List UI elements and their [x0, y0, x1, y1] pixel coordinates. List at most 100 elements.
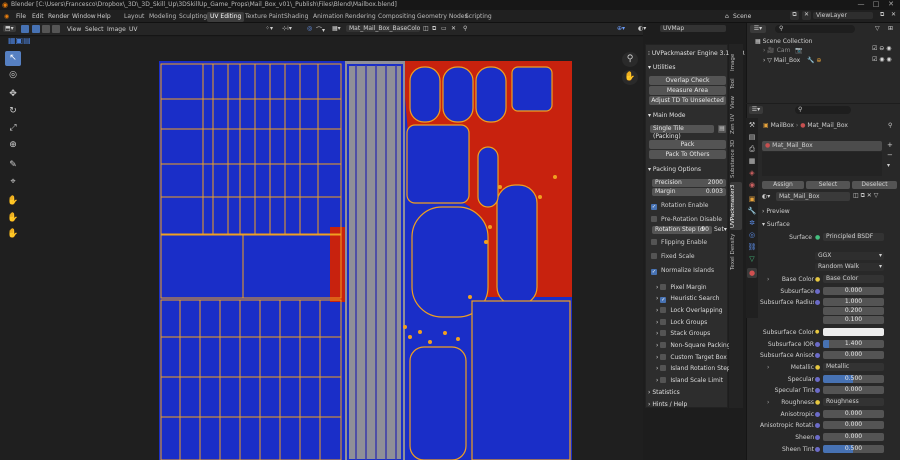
slot-specials-icon[interactable]: ▾: [887, 162, 890, 169]
pinch-sculpt-tool-icon[interactable]: ✋: [5, 227, 21, 242]
tab-uv-editing[interactable]: UV Editing: [207, 12, 245, 22]
subpanel-heuristic-search[interactable]: › ✓ Heuristic Search: [656, 295, 726, 304]
subpanel-lock-groups[interactable]: › Lock Groups: [656, 319, 726, 328]
uv-menu-uv[interactable]: UV: [129, 26, 138, 33]
cursor-tool-icon[interactable]: ◎: [5, 68, 21, 83]
prop-value-metallic[interactable]: Metallic: [823, 363, 884, 371]
subpanel-stack-groups[interactable]: › Stack Groups: [656, 330, 726, 339]
pivot-point-icon[interactable]: ⁘▾: [265, 25, 273, 32]
blender-menu-icon[interactable]: ◉: [4, 13, 9, 20]
tab-substance-3d[interactable]: Substance 3D: [730, 138, 742, 180]
rotate-tool-icon[interactable]: ↻: [5, 104, 21, 119]
close-icon[interactable]: ✕: [885, 0, 897, 10]
margin-field[interactable]: Margin 0.003: [652, 188, 726, 196]
menu-window[interactable]: Window: [72, 13, 96, 20]
gizmo-toggle-icon[interactable]: ⊕▾: [617, 25, 625, 32]
outliner-item-cam[interactable]: › 🎥 Cam: [763, 47, 790, 54]
render-tab-icon[interactable]: ▤: [747, 132, 757, 142]
tab-image[interactable]: Image: [730, 50, 742, 74]
physics-tab-icon[interactable]: ◎: [747, 230, 757, 240]
prop-value-subsurface-radius-z[interactable]: 0.100: [823, 316, 884, 324]
material-tab-icon[interactable]: ●: [747, 268, 757, 278]
editor-type-icon[interactable]: ⬒▾: [3, 25, 16, 32]
image-name-field[interactable]: Mat_Mail_Box_BaseColor.png: [346, 25, 420, 32]
image-browse-icon[interactable]: ▦▾: [332, 25, 341, 32]
pack-to-others-button[interactable]: Pack To Others: [649, 150, 726, 159]
annotate-tool-icon[interactable]: ✎: [5, 158, 21, 173]
new-collection-icon[interactable]: ⊞: [888, 25, 893, 32]
prop-value-sheen-tint[interactable]: 0.500: [823, 445, 884, 453]
menu-help[interactable]: Help: [97, 13, 111, 20]
scene-tab-icon[interactable]: ◈: [747, 168, 757, 178]
tab-layout[interactable]: Layout: [121, 12, 147, 22]
select-button[interactable]: Select: [806, 181, 850, 189]
remove-slot-icon[interactable]: −: [887, 151, 893, 159]
properties-editor-type-icon[interactable]: ☰▾: [749, 106, 763, 114]
statistics-header[interactable]: › Statistics: [648, 389, 727, 399]
measure-area-button[interactable]: Measure Area: [649, 86, 726, 95]
main-mode-header[interactable]: ▾ Main Mode: [648, 112, 727, 122]
relax-sculpt-tool-icon[interactable]: ✋: [5, 211, 21, 226]
material-datablock-icons[interactable]: ◫ ⧉ ✕ ▽: [853, 192, 878, 200]
uvpackmaster-header[interactable]: ⁝ UVPackmaster Engine 3.1.3 PR: [648, 50, 745, 60]
prop-value-specular[interactable]: 0.500: [823, 375, 884, 383]
visibility-icons-cam[interactable]: ☑ ⊖ ◉: [872, 45, 891, 52]
move-tool-icon[interactable]: ✥: [5, 87, 21, 102]
uv-editor-viewport[interactable]: ▦▣▤: [0, 36, 643, 460]
rotation-step-set-dropdown[interactable]: Set▾: [714, 226, 727, 233]
adjust-td-button[interactable]: Adjust TD To Unselected: [649, 96, 726, 105]
tab-scripting[interactable]: Scripting: [462, 12, 495, 22]
prop-value-base-color[interactable]: Base Color: [823, 275, 884, 283]
menu-edit[interactable]: Edit: [32, 13, 44, 20]
pack-button[interactable]: Pack: [649, 140, 726, 149]
rotation-step-field[interactable]: Rotation Step (d 90: [652, 226, 712, 234]
packing-options-header[interactable]: ▾ Packing Options: [648, 166, 727, 176]
prop-value-subsurface-ior[interactable]: 1.400: [823, 340, 884, 348]
precision-field[interactable]: Precision 2000: [652, 179, 726, 187]
subpanel-custom-target-box[interactable]: › Custom Target Box: [656, 354, 727, 363]
pin-properties-icon[interactable]: ⚲: [888, 122, 892, 129]
mode-dropdown[interactable]: Single Tile (Packing): [650, 125, 714, 140]
tab-texel-density[interactable]: Texel Density: [730, 232, 742, 272]
proportional-edit-icon[interactable]: ◎: [307, 25, 312, 32]
scene-delete-icon[interactable]: ✕: [802, 11, 811, 20]
tab-compositing[interactable]: Compositing: [375, 12, 419, 22]
scene-selector[interactable]: Scene: [733, 13, 751, 20]
subpanel-island-rotation-step[interactable]: › Island Rotation Step: [656, 365, 731, 374]
vertex-select-icon[interactable]: [32, 25, 40, 33]
minimize-icon[interactable]: —: [855, 0, 867, 10]
transform-tool-icon[interactable]: ⊕: [5, 138, 21, 153]
new-image-icon[interactable]: ⧉: [432, 25, 436, 33]
tab-modeling[interactable]: Modeling: [146, 12, 179, 22]
overlay-toggle-icon[interactable]: ◐▾: [638, 25, 646, 32]
material-browse-icon[interactable]: ◐▾: [762, 193, 770, 200]
grab-sculpt-tool-icon[interactable]: ✋: [5, 194, 21, 209]
tab-zen-uv[interactable]: Zen UV: [730, 112, 742, 136]
open-image-icon[interactable]: ▭: [441, 25, 447, 32]
view-layer-tab-icon[interactable]: ▦: [747, 156, 757, 166]
pin-icon[interactable]: ⚲: [463, 25, 467, 32]
subpanel-pixel-margin[interactable]: › Pixel Margin: [656, 284, 726, 293]
scene-new-button[interactable]: ⧉: [790, 11, 799, 20]
view-layer-delete-icon[interactable]: ✕: [891, 11, 896, 18]
face-select-icon[interactable]: [52, 25, 60, 33]
scene-collection-row[interactable]: ▦ Scene Collection: [755, 38, 812, 45]
pre-rotation-disable-checkbox[interactable]: Pre-Rotation Disable: [651, 216, 730, 225]
tab-tool[interactable]: Tool: [730, 76, 742, 92]
outliner-display-mode-icon[interactable]: ☰▾: [750, 25, 766, 33]
material-slot-list[interactable]: ● Mat_Mail_Box: [762, 141, 882, 151]
view-layer-new-icon[interactable]: ⧉: [880, 11, 884, 19]
tab-rendering[interactable]: Rendering: [342, 12, 379, 22]
uv-menu-image[interactable]: Image: [107, 26, 126, 33]
unlink-image-icon[interactable]: ✕: [451, 25, 456, 32]
tab-uvpackmaster3[interactable]: UVPackmaster3: [730, 182, 742, 230]
fixed-scale-checkbox[interactable]: Fixed Scale: [651, 253, 730, 262]
pan-hand-icon[interactable]: ✋: [622, 70, 638, 85]
surface-section-header[interactable]: ▾ Surface: [762, 221, 790, 228]
outliner-item-mail-box[interactable]: › ▽ Mail_Box: [763, 57, 800, 64]
constraints-tab-icon[interactable]: ⛓: [747, 242, 757, 252]
snap-icon[interactable]: ⊹⁞▾: [282, 25, 292, 32]
data-tab-icon[interactable]: ▽: [747, 254, 757, 264]
particles-tab-icon[interactable]: ✲: [747, 218, 757, 228]
uv-menu-view[interactable]: View: [67, 26, 81, 33]
